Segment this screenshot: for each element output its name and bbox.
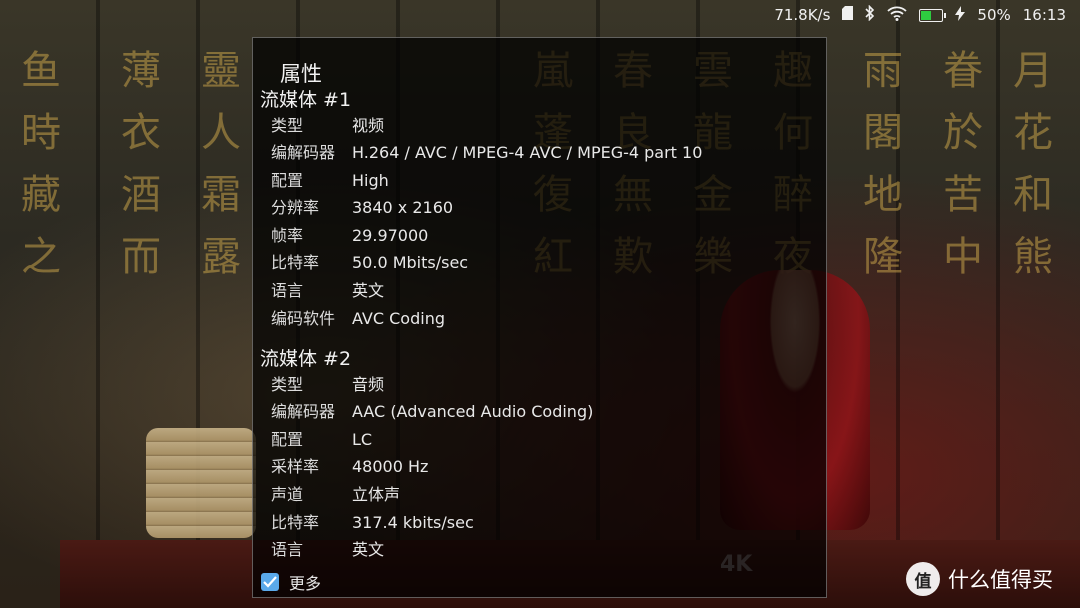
calligraphy-glyph: 鱼	[21, 48, 61, 94]
calligraphy-glyph: 露	[201, 234, 241, 280]
calligraphy-glyph: 中	[943, 234, 983, 280]
calligraphy-glyph: 苦	[943, 172, 983, 218]
property-value: 视频	[352, 116, 385, 135]
property-key: 类型	[271, 375, 304, 394]
calligraphy-glyph: 而	[121, 234, 161, 280]
property-key: 配置	[271, 430, 304, 449]
sd-card-icon	[842, 6, 854, 24]
calligraphy-glyph: 人	[201, 110, 241, 156]
stream-1-row: 语言 英文	[271, 279, 384, 303]
calligraphy-glyph: 時	[21, 110, 61, 156]
stream-1-header: 流媒体 #1	[260, 89, 352, 111]
calligraphy-glyph: 霜	[201, 172, 241, 218]
property-key: 比特率	[271, 253, 320, 272]
calligraphy-glyph: 眷	[943, 48, 983, 94]
charging-icon	[955, 5, 966, 25]
stream-1-row: 编码软件 AVC Coding	[271, 307, 445, 331]
stream-2-row: 比特率 317.4 kbits/sec	[271, 511, 474, 535]
calligraphy-glyph: 薄	[121, 48, 161, 94]
calligraphy-glyph: 花	[1013, 110, 1053, 156]
property-value: 立体声	[352, 485, 401, 504]
calligraphy-glyph: 靈	[201, 48, 241, 94]
stream-2-row: 配置 LC	[271, 428, 372, 452]
property-value: High	[352, 171, 389, 190]
calligraphy-column: 鱼時藏之	[18, 40, 64, 288]
status-bar: 71.8K/s 50% 16:13	[774, 0, 1080, 30]
property-key: 类型	[271, 116, 304, 135]
property-key: 编码软件	[271, 309, 336, 328]
calligraphy-glyph: 於	[943, 110, 983, 156]
stream-2-row: 语言 英文	[271, 538, 384, 562]
properties-dialog: 属性 流媒体 #1 类型 视频 编解码器 H.264 / AVC / MPEG-4 …	[252, 37, 827, 598]
property-key: 声道	[271, 485, 304, 504]
stream-1-row: 类型 视频	[271, 114, 384, 138]
battery-icon	[919, 8, 947, 22]
brand-name: 什么值得买	[948, 568, 1053, 592]
more-label: 更多	[289, 574, 322, 593]
stream-2-row: 类型 音频	[271, 373, 384, 397]
property-key: 编解码器	[271, 402, 336, 421]
calligraphy-glyph: 地	[863, 172, 903, 218]
stream-1-row: 编解码器 H.264 / AVC / MPEG-4 AVC / MPEG-4 pa…	[271, 141, 702, 165]
checkmark-icon	[263, 576, 277, 588]
calligraphy-glyph: 和	[1013, 172, 1053, 218]
property-value: 29.97000	[352, 226, 429, 245]
property-key: 采样率	[271, 457, 320, 476]
property-key: 分辨率	[271, 198, 320, 217]
calligraphy-glyph: 隆	[863, 234, 903, 280]
calligraphy-column: 靈人霜露	[198, 40, 244, 288]
property-value: AVC Coding	[352, 309, 445, 328]
calligraphy-column: 雨閣地隆	[860, 40, 906, 288]
brand-badge-icon: 值	[906, 562, 940, 596]
network-speed: 71.8K/s	[774, 6, 831, 24]
stream-1-row: 比特率 50.0 Mbits/sec	[271, 251, 468, 275]
stream-1-row: 帧率 29.97000	[271, 224, 428, 248]
property-value: 英文	[352, 540, 385, 559]
calligraphy-glyph: 雨	[863, 48, 903, 94]
stream-1-row: 配置 High	[271, 169, 389, 193]
property-value: 317.4 kbits/sec	[352, 513, 474, 532]
site-watermark: 值 什么值得买	[906, 562, 1053, 596]
stream-2-row: 采样率 48000 Hz	[271, 455, 428, 479]
wifi-icon	[887, 6, 908, 25]
calligraphy-column: 薄衣酒而	[118, 40, 164, 288]
background-steamer	[146, 428, 256, 538]
more-checkbox-row[interactable]: 更多	[261, 570, 321, 594]
property-key: 配置	[271, 171, 304, 190]
dialog-title: 属性	[280, 62, 322, 86]
stream-2-header: 流媒体 #2	[260, 348, 352, 370]
calligraphy-glyph: 藏	[21, 172, 61, 218]
stream-1-row: 分辨率 3840 x 2160	[271, 196, 453, 220]
property-value: H.264 / AVC / MPEG-4 AVC / MPEG-4 part 1…	[352, 143, 703, 162]
property-value: AAC (Advanced Audio Coding)	[352, 402, 594, 421]
stream-2-row: 编解码器 AAC (Advanced Audio Coding)	[271, 400, 593, 424]
battery-percent: 50%	[977, 6, 1011, 24]
bluetooth-icon	[865, 4, 875, 25]
property-value: 50.0 Mbits/sec	[352, 253, 469, 272]
property-value: LC	[352, 430, 373, 449]
property-value: 英文	[352, 281, 385, 300]
property-value: 48000 Hz	[352, 457, 429, 476]
property-key: 比特率	[271, 513, 320, 532]
property-key: 编解码器	[271, 143, 336, 162]
property-value: 音频	[352, 375, 385, 394]
clock: 16:13	[1022, 6, 1066, 24]
property-key: 帧率	[271, 226, 304, 245]
property-value: 3840 x 2160	[352, 198, 454, 217]
calligraphy-glyph: 酒	[121, 172, 161, 218]
calligraphy-column: 眷於苦中	[940, 40, 986, 288]
calligraphy-glyph: 閣	[863, 110, 903, 156]
property-key: 语言	[271, 540, 304, 559]
calligraphy-column: 月花和熊	[1010, 40, 1056, 288]
calligraphy-glyph: 熊	[1013, 234, 1053, 280]
stream-2-row: 声道 立体声	[271, 483, 400, 507]
property-key: 语言	[271, 281, 304, 300]
more-checkbox[interactable]	[261, 573, 279, 591]
calligraphy-glyph: 月	[1013, 48, 1053, 94]
calligraphy-glyph: 之	[21, 234, 61, 280]
calligraphy-glyph: 衣	[121, 110, 161, 156]
